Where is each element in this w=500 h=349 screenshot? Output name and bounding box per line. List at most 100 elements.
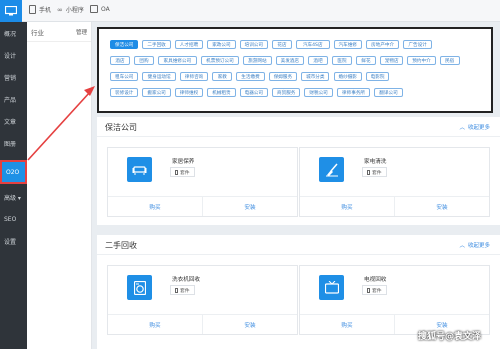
miniprogram-icon: ∞ bbox=[57, 5, 63, 14]
cleaning-brush-icon bbox=[319, 157, 344, 182]
top-item-oa[interactable]: OA bbox=[90, 5, 110, 13]
industry-tag[interactable]: 团购 bbox=[134, 56, 154, 65]
chevron-up-icon: ︿ bbox=[459, 125, 465, 131]
industry-tag[interactable]: 汽车4S店 bbox=[296, 40, 330, 49]
industry-tag[interactable]: 广告设计 bbox=[403, 40, 432, 49]
card-actions: 购买 安装 bbox=[300, 196, 489, 216]
collapse-toggle[interactable]: ︿ 收起更多 bbox=[459, 123, 490, 131]
app-logo[interactable] bbox=[0, 0, 22, 22]
phone-icon bbox=[175, 169, 178, 175]
washing-machine-icon bbox=[127, 275, 152, 300]
industry-tag[interactable]: 电影院 bbox=[365, 72, 390, 81]
sidebar-item-o2o[interactable]: O2O bbox=[0, 160, 27, 184]
card-actions: 购买 安装 bbox=[108, 314, 297, 334]
industry-tag[interactable]: 酒吧 bbox=[308, 56, 328, 65]
phone-icon bbox=[175, 287, 178, 293]
industry-tag[interactable]: 家政公司 bbox=[207, 40, 236, 49]
kit-label: 套件 bbox=[372, 170, 382, 176]
card-name: 洗衣机回收 bbox=[172, 277, 200, 283]
industry-tag[interactable]: 翻译公司 bbox=[374, 88, 403, 97]
manage-link[interactable]: 管理 bbox=[76, 28, 87, 36]
top-item-label: 手机 bbox=[39, 7, 52, 14]
industry-tag[interactable]: 家具维修公司 bbox=[158, 56, 197, 65]
section-header: 保洁公司 ︿ 收起更多 bbox=[97, 117, 500, 137]
industry-tag[interactable]: 旅游网站 bbox=[243, 56, 272, 65]
industry-tag[interactable]: 房地产中介 bbox=[365, 40, 400, 49]
industry-header: 行业 管理 bbox=[27, 22, 91, 42]
industry-tag[interactable]: 律师事务所 bbox=[336, 88, 371, 97]
industry-tag[interactable]: 装修设计 bbox=[110, 88, 139, 97]
kit-badge: 套件 bbox=[170, 167, 195, 177]
industry-tag[interactable]: 城市分类 bbox=[301, 72, 330, 81]
sidebar-item-gallery[interactable]: 图册 bbox=[0, 132, 27, 154]
industry-tag[interactable]: 鲜花 bbox=[356, 56, 376, 65]
kit-label: 套件 bbox=[180, 288, 190, 294]
industry-tag-panel: 保洁公司 二手回收 人才招聘 家政公司 培训公司 花店 汽车4S店 汽车维修 房地产中介 广告设计… bbox=[97, 27, 493, 113]
industry-tag[interactable]: 预约中介 bbox=[407, 56, 436, 65]
industry-tag[interactable]: 民宿 bbox=[439, 56, 460, 65]
industry-tag[interactable]: 租车公司 bbox=[110, 72, 139, 81]
industry-tag[interactable]: 婚纱摄影 bbox=[333, 72, 362, 81]
sidebar-item-advanced[interactable]: 高级 ▾ bbox=[0, 186, 27, 208]
top-item-label: 小程序 bbox=[65, 7, 84, 14]
card-name: 电视回收 bbox=[364, 277, 387, 283]
industry-tag[interactable]: 保姆服务 bbox=[268, 72, 298, 81]
section-title: 保洁公司 bbox=[105, 123, 137, 132]
industry-tag[interactable]: 宠物店 bbox=[380, 56, 404, 65]
sidebar-item-products[interactable]: 产品 bbox=[0, 88, 27, 110]
sidebar-item-seo[interactable]: SEO bbox=[0, 208, 27, 230]
industry-tag[interactable]: 家教 bbox=[212, 72, 233, 81]
buy-button[interactable]: 购买 bbox=[300, 315, 394, 334]
top-item-miniprogram[interactable]: ∞ 小程序 bbox=[57, 5, 84, 15]
industry-tag[interactable]: 保洁公司 bbox=[110, 40, 139, 49]
buy-button[interactable]: 购买 bbox=[108, 197, 202, 216]
collapse-label: 收起更多 bbox=[467, 125, 490, 131]
industry-tag[interactable]: 医院 bbox=[332, 56, 352, 65]
top-item-label: OA bbox=[101, 5, 110, 13]
industry-tag[interactable]: 律师维权 bbox=[174, 88, 204, 97]
industry-tag[interactable]: 商贸服务 bbox=[272, 88, 301, 97]
sidebar-item-articles[interactable]: 文章 bbox=[0, 110, 27, 132]
industry-tag[interactable]: 搬家公司 bbox=[142, 88, 171, 97]
industry-tag[interactable]: 财税公司 bbox=[304, 88, 333, 97]
install-button[interactable]: 安装 bbox=[202, 197, 297, 216]
industry-tag[interactable]: 机械租赁 bbox=[207, 88, 236, 97]
industry-tag[interactable]: 电器公司 bbox=[239, 88, 268, 97]
watermark: 搜狐号@袁文泽 bbox=[418, 332, 482, 342]
industry-tag[interactable]: 二手回收 bbox=[142, 40, 171, 49]
industry-tag[interactable]: 机票预订公司 bbox=[200, 56, 240, 65]
card-name: 家电清洗 bbox=[364, 159, 387, 165]
app-card: 洗衣机回收 套件 购买 安装 bbox=[107, 265, 298, 335]
industry-tag[interactable]: 人才招聘 bbox=[174, 40, 204, 49]
industry-label: 行业 bbox=[31, 28, 44, 37]
tv-icon bbox=[319, 275, 344, 300]
kit-badge: 套件 bbox=[170, 285, 195, 295]
industry-tag[interactable]: 培训公司 bbox=[239, 40, 268, 49]
app-card: 电视回收 套件 购买 安装 bbox=[299, 265, 490, 335]
install-button[interactable]: 安装 bbox=[394, 197, 489, 216]
industry-tag[interactable]: 生活缴费 bbox=[236, 72, 265, 81]
buy-button[interactable]: 购买 bbox=[108, 315, 202, 334]
industry-tag[interactable]: 美发酒店 bbox=[275, 56, 304, 65]
industry-tag[interactable]: 汽车维修 bbox=[333, 40, 362, 49]
phone-icon bbox=[29, 5, 36, 14]
collapse-toggle[interactable]: ︿ 收起更多 bbox=[459, 241, 490, 249]
industry-tag[interactable]: 健身运动馆 bbox=[142, 72, 176, 81]
section-header: 二手回收 ︿ 收起更多 bbox=[97, 235, 500, 255]
sidebar-item-settings[interactable]: 设置 bbox=[0, 230, 27, 252]
industry-tag[interactable]: 花店 bbox=[272, 40, 292, 49]
phone-icon bbox=[367, 169, 370, 175]
industry-tag[interactable]: 律师咨询 bbox=[179, 72, 209, 81]
app-card: 家居保养 套件 购买 安装 bbox=[107, 147, 298, 217]
section-cleaning: 保洁公司 ︿ 收起更多 家居保养 套件 购买 安装 家电清洗 套件 购买 安装 bbox=[97, 117, 500, 225]
section-title: 二手回收 bbox=[105, 241, 137, 250]
sidebar-item-overview[interactable]: 概况 bbox=[0, 22, 27, 44]
sidebar-item-marketing[interactable]: 营销 bbox=[0, 66, 27, 88]
kit-label: 套件 bbox=[180, 170, 190, 176]
sidebar-item-design[interactable]: 设计 bbox=[0, 44, 27, 66]
collapse-label: 收起更多 bbox=[467, 243, 490, 249]
buy-button[interactable]: 购买 bbox=[300, 197, 394, 216]
install-button[interactable]: 安装 bbox=[202, 315, 297, 334]
industry-tag[interactable]: 酒店 bbox=[110, 56, 130, 65]
top-item-phone[interactable]: 手机 bbox=[29, 5, 51, 14]
